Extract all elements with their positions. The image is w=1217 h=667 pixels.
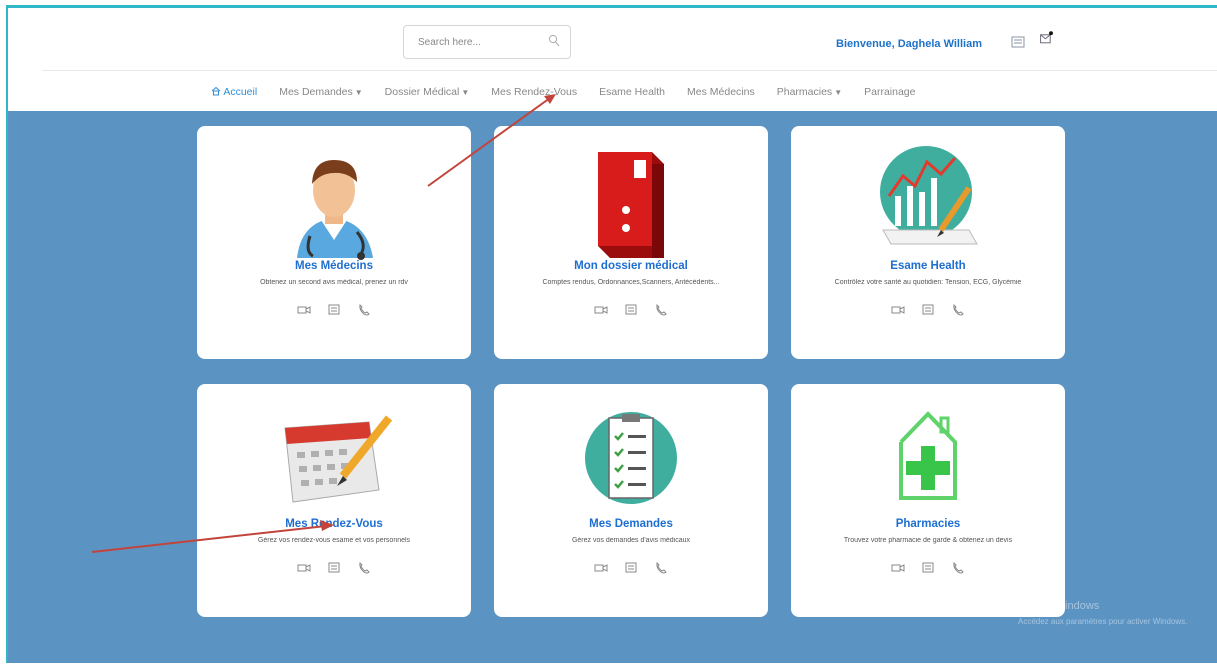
video-icon[interactable] [593,560,609,576]
nav-label: Esame Health [599,86,666,98]
card-title: Mes Rendez-Vous [285,518,383,530]
message-icon[interactable] [920,560,936,576]
message-icon[interactable] [326,302,342,318]
card-title: Pharmacies [895,518,961,530]
card-description: Obtenez un second avis médical, prenez u… [260,279,408,286]
nav-home-label: Accueil [223,86,258,98]
nav-label: Mes Rendez-Vous [491,86,578,98]
top-header: Bienvenue, Daghela William Accueil Mes D… [8,8,1217,111]
phone-icon[interactable] [950,560,966,576]
card-actions [494,560,768,576]
nav-mes-medecins[interactable]: Mes Médecins [687,86,755,98]
message-icon[interactable] [623,302,639,318]
card-description: Gérez vos demandes d'avis médicaux [571,537,691,544]
nav-label: Mes Demandes [279,86,353,98]
health-chart-icon [880,146,978,245]
nav-esame-health[interactable]: Esame Health [599,86,665,98]
card-description: Trouvez votre pharmacie de garde & obten… [843,537,1013,544]
card-mes-medecins[interactable]: Mes Médecins Obtenez un second avis médi… [197,126,471,359]
nav-pharmacies[interactable]: Pharmacies ▼ [777,86,842,98]
nav-home[interactable]: Accueil [211,86,257,98]
card-title: Mes Demandes [589,518,673,530]
pharmacy-icon [899,411,957,500]
calendar-header-icon[interactable] [1010,34,1026,50]
card-actions [791,302,1065,318]
card-mes-demandes[interactable]: Mes Demandes Gérez vos demandes d'avis m… [494,384,768,617]
nav-dossier-medical[interactable]: Dossier Médical ▼ [385,86,470,98]
card-pharmacies[interactable]: Pharmacies Trouvez votre pharmacie de ga… [791,384,1065,617]
message-icon[interactable] [920,302,936,318]
nav-mes-rendez-vous[interactable]: Mes Rendez-Vous [491,86,577,98]
video-icon[interactable] [296,302,312,318]
main-nav: Accueil Mes Demandes ▼ Dossier Médical ▼ M… [211,86,937,98]
card-title: Esame Health [890,260,966,272]
card-mes-rendez-vous[interactable]: Mes Rendez-Vous Gérez vos rendez-vous es… [197,384,471,617]
caret-down-icon: ▼ [834,88,843,97]
video-icon[interactable] [296,560,312,576]
nav-mes-demandes[interactable]: Mes Demandes ▼ [279,86,362,98]
doctor-icon [297,160,373,260]
watermark-line-1: Activer Windows [1018,600,1100,612]
nav-label: Mes Médecins [687,86,755,98]
card-description: Gérez vos rendez-vous esame et vos perso… [257,537,411,544]
nav-divider [42,70,1217,71]
card-esame-health[interactable]: Esame Health Contrôlez votre santé au qu… [791,126,1065,359]
card-actions [494,302,768,318]
card-actions [791,560,1065,576]
phone-icon[interactable] [356,302,372,318]
message-icon[interactable] [326,560,342,576]
phone-icon[interactable] [653,560,669,576]
phone-icon[interactable] [356,560,372,576]
phone-icon[interactable] [653,302,669,318]
mail-notification-icon[interactable] [1039,30,1055,46]
card-actions [197,302,471,318]
caret-down-icon: ▼ [461,88,470,97]
card-title: Mon dossier médical [574,260,688,272]
card-description: Comptes rendus, Ordonnances,Scanners, An… [542,279,720,286]
search-icon[interactable] [548,34,560,48]
caret-down-icon: ▼ [354,88,363,97]
red-binder-icon [598,152,664,258]
phone-icon[interactable] [950,302,966,318]
card-dossier-medical[interactable]: Mon dossier médical Comptes rendus, Ordo… [494,126,768,359]
watermark-line-2: Accédez aux paramètres pour activer Wind… [1018,617,1188,626]
card-description: Contrôlez votre santé au quotidien: Tens… [834,279,1022,286]
search-input[interactable] [416,26,550,58]
video-icon[interactable] [890,302,906,318]
video-icon[interactable] [593,302,609,318]
checklist-icon [585,412,677,504]
nav-label: Dossier Médical [384,86,460,98]
search-box[interactable] [403,25,571,59]
welcome-message[interactable]: Bienvenue, Daghela William [836,38,982,50]
message-icon[interactable] [623,560,639,576]
card-title: Mes Médecins [295,260,373,272]
calendar-icon [284,415,393,503]
nav-label: Parrainage [864,86,916,98]
video-icon[interactable] [890,560,906,576]
windows-activation-watermark: Activer Windows Accédez aux paramètres p… [1018,598,1187,630]
card-actions [197,560,471,576]
nav-parrainage[interactable]: Parrainage [864,86,915,98]
nav-label: Pharmacies [776,86,833,98]
home-icon [211,86,221,96]
